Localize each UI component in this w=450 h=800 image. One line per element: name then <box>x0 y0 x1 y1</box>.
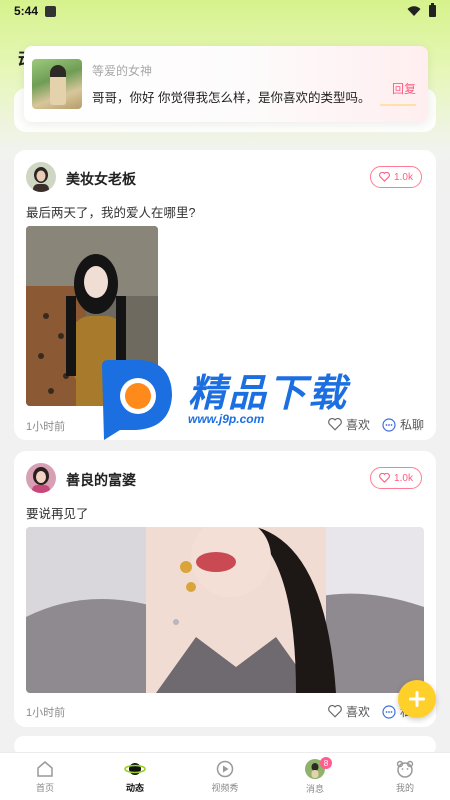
chat-label: 私聊 <box>400 418 425 432</box>
status-time: 5:44 <box>14 4 39 18</box>
like-count: 1.0k <box>394 472 413 484</box>
notification-square-icon <box>45 5 57 17</box>
chat-bubble-icon <box>382 417 396 432</box>
heart-outline-icon <box>328 705 342 718</box>
home-icon <box>37 761 53 777</box>
post-image[interactable] <box>26 527 424 693</box>
avatar[interactable] <box>26 463 56 493</box>
post-card[interactable]: 善良的富婆 1.0k 要说再见了 1小时前 喜欢 <box>14 451 436 727</box>
status-bar: 5:44 <box>0 0 450 22</box>
j9p-logo-icon <box>102 360 172 440</box>
wifi-icon <box>407 5 421 16</box>
heart-icon <box>379 172 390 182</box>
like-count-button[interactable]: 1.0k <box>370 166 422 188</box>
notification-message: 哥哥，你好 你觉得我怎么样，是你喜欢的类型吗。 <box>92 91 371 105</box>
bear-face-icon <box>396 760 414 778</box>
tab-profile[interactable]: 我的 <box>360 753 450 800</box>
like-count-button[interactable]: 1.0k <box>370 467 422 489</box>
chat-bubble-icon <box>382 704 396 719</box>
unread-badge: 8 <box>320 757 332 769</box>
tab-feed[interactable]: 动态 <box>90 753 180 800</box>
reply-button[interactable]: 回复 <box>392 80 416 97</box>
post-author[interactable]: 善良的富婆 <box>66 470 136 490</box>
tab-label: 消息 <box>305 784 324 794</box>
post-time: 1小时前 <box>26 707 66 719</box>
post-time: 1小时前 <box>26 421 66 433</box>
watermark-logo: 精品下载 www.j9p.com <box>96 356 356 444</box>
avatar[interactable] <box>26 162 56 192</box>
add-post-button[interactable] <box>398 680 436 718</box>
heart-icon <box>379 473 390 483</box>
message-notification[interactable]: 等爱的女神 哥哥，你好 你觉得我怎么样，是你喜欢的类型吗。 回复 <box>24 46 428 122</box>
planet-icon <box>124 763 146 775</box>
like-button[interactable]: 喜欢 <box>328 703 370 720</box>
status-icons <box>407 3 436 17</box>
post-text: 要说再见了 <box>26 507 89 521</box>
post-text: 最后两天了，我的爱人在哪里? <box>26 206 196 220</box>
tab-label: 动态 <box>125 783 144 793</box>
notification-sender: 等爱的女神 <box>92 64 153 78</box>
bottom-tab-bar: 首页 动态 视频秀 8 消息 我的 <box>0 752 450 800</box>
tab-label: 我的 <box>395 783 414 793</box>
like-label: 喜欢 <box>346 705 371 719</box>
tab-home[interactable]: 首页 <box>0 753 90 800</box>
watermark-title: 精品下载 <box>188 373 349 415</box>
private-chat-button[interactable]: 私聊 <box>382 416 424 433</box>
tab-label: 视频秀 <box>211 783 239 793</box>
post-author[interactable]: 美妆女老板 <box>66 169 136 189</box>
tab-messages[interactable]: 8 消息 <box>270 753 360 800</box>
video-play-icon <box>216 760 234 778</box>
plus-icon <box>409 691 425 707</box>
watermark-url: www.j9p.com <box>188 412 265 426</box>
battery-icon <box>429 3 436 17</box>
tab-videos[interactable]: 视频秀 <box>180 753 270 800</box>
reply-underline <box>380 104 416 106</box>
notification-sender-photo <box>32 59 82 109</box>
like-count: 1.0k <box>394 171 413 183</box>
tab-label: 首页 <box>35 783 54 793</box>
